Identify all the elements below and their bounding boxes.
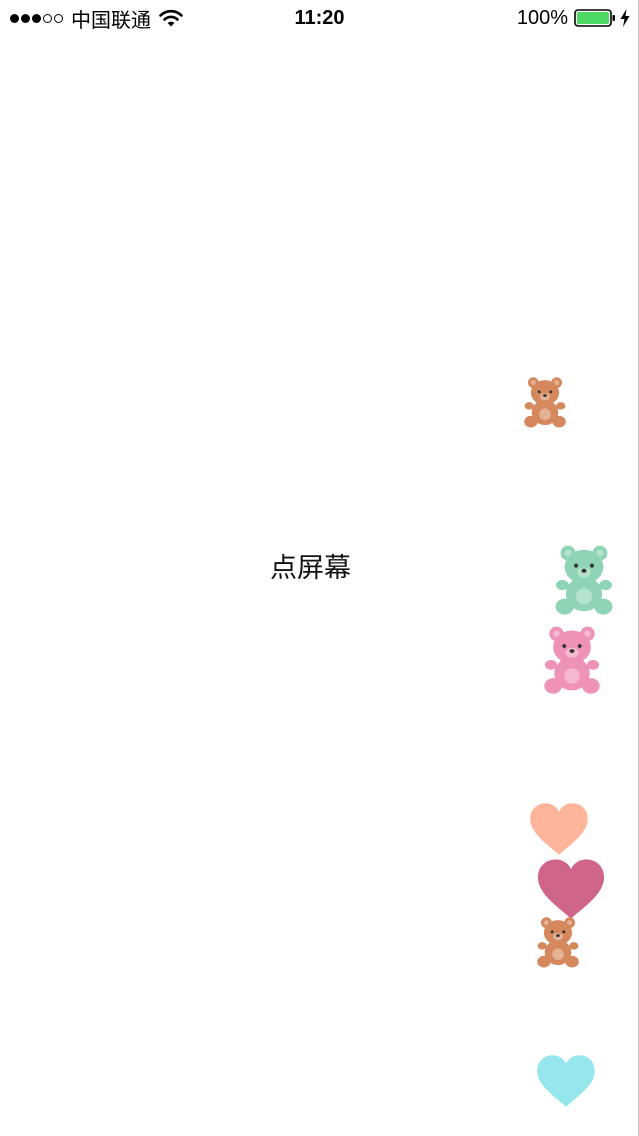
battery-percent: 100% xyxy=(516,6,568,29)
battery-level-fill xyxy=(577,12,609,24)
charging-bolt-icon xyxy=(620,9,630,27)
status-bar: 中国联通 11:20 100% xyxy=(0,0,639,36)
teddy-bear-icon xyxy=(537,917,579,968)
tap-screen-hint: 点屏幕 xyxy=(270,553,351,583)
teddy-bear-icon xyxy=(544,626,600,694)
app-screen[interactable]: 中国联通 11:20 100% 点屏幕 xyxy=(0,0,639,1136)
battery-icon xyxy=(574,9,615,27)
heart-icon xyxy=(530,803,588,855)
heart-icon xyxy=(537,1055,595,1107)
teddy-bear-icon xyxy=(524,377,566,428)
heart-icon xyxy=(537,859,605,919)
status-bar-right: 100% xyxy=(517,5,631,31)
teddy-bear-icon xyxy=(555,545,613,615)
